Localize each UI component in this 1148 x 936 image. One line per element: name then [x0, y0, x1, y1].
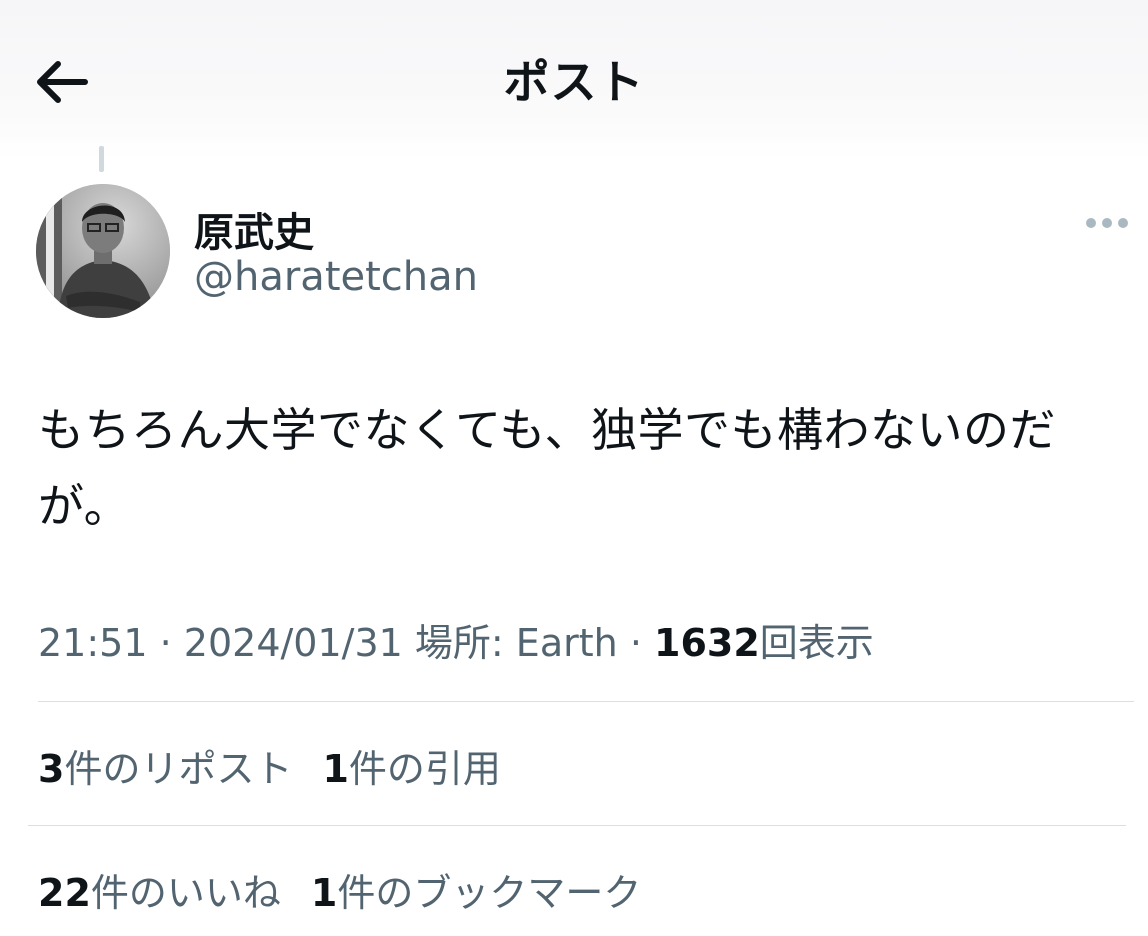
avatar-photo-image [36, 184, 170, 318]
quotes-count: 1 [322, 747, 349, 791]
likes-label: 件のいいね [90, 871, 281, 915]
author-handle[interactable]: @haratetchan [194, 254, 478, 300]
author-display-name[interactable]: 原武史 [194, 200, 314, 258]
top-bar: ポスト [0, 0, 1148, 160]
likes-stat[interactable]: 22件のいいね [38, 862, 281, 917]
divider [28, 825, 1126, 826]
engagement-row-2: 22件のいいね 1件のブックマーク [38, 862, 641, 917]
post-location: 場所: Earth [414, 621, 618, 665]
meta-separator: · [629, 621, 642, 665]
view-count-label: 回表示 [759, 621, 874, 665]
post-time[interactable]: 21:51 [38, 621, 148, 665]
reposts-stat[interactable]: 3件のリポスト [38, 738, 292, 793]
avatar[interactable] [36, 184, 170, 318]
post-metadata: 21:51 · 2024/01/31 場所: Earth · 1632回表示 [38, 612, 874, 667]
reposts-count: 3 [38, 747, 65, 791]
more-options-button[interactable] [1080, 206, 1134, 240]
post-text-line-2: が。 [38, 479, 131, 533]
bookmarks-label: 件のブックマーク [337, 871, 642, 915]
page-title: ポスト [503, 55, 645, 109]
post-date[interactable]: 2024/01/31 [184, 621, 403, 665]
reposts-label: 件のリポスト [64, 747, 293, 791]
quotes-stat[interactable]: 1件の引用 [322, 738, 500, 793]
likes-count: 22 [38, 871, 91, 915]
post-text: もちろん大学でなくても、独学でも構わないのだ が。 [38, 392, 1108, 544]
quotes-label: 件の引用 [348, 747, 501, 791]
more-dots-icon [1086, 218, 1128, 228]
thread-connector-line [99, 146, 104, 172]
view-count: 1632 [654, 621, 760, 665]
engagement-row-1: 3件のリポスト 1件の引用 [38, 738, 501, 793]
post-text-line-1: もちろん大学でなくても、独学でも構わないのだ [38, 403, 1056, 457]
divider [38, 701, 1134, 702]
meta-separator: · [159, 621, 172, 665]
bookmarks-count: 1 [310, 871, 338, 915]
bookmarks-stat[interactable]: 1件のブックマーク [311, 862, 641, 917]
post-detail-screen: ポスト 原武史 @haratetchan もちろん大学でなくても、独学でも構わな… [0, 0, 1148, 936]
